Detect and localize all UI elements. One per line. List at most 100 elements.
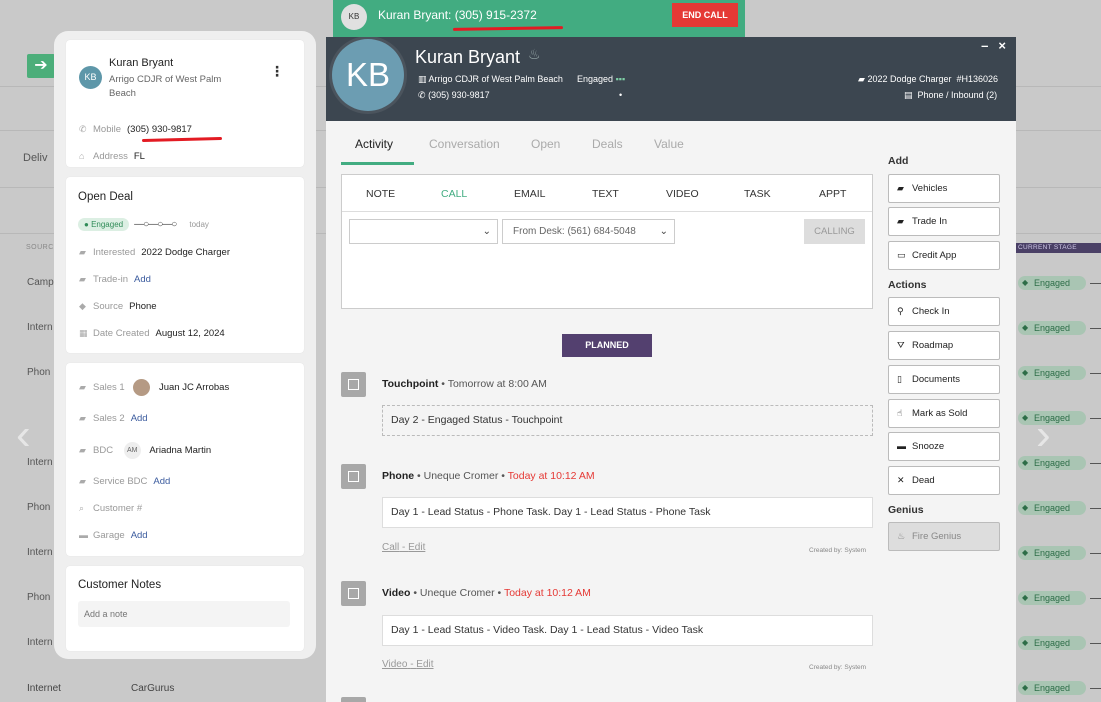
fire-icon: ♨ — [528, 46, 541, 62]
composer-tab-email[interactable]: EMAIL — [514, 188, 546, 200]
task-assignee: Uneque Cromer — [423, 470, 499, 482]
documents-button[interactable]: ▯ Documents — [888, 365, 1000, 394]
bdc-value[interactable]: Ariadna Martin — [149, 445, 211, 456]
roadmap-label: Roadmap — [912, 340, 954, 351]
dead-button[interactable]: ✕ Dead — [888, 466, 1000, 495]
row-dash — [1090, 553, 1101, 554]
composer-tab-task[interactable]: TASK — [744, 188, 771, 200]
service-bdc-add-link[interactable]: Add — [153, 476, 170, 487]
sales2-add-link[interactable]: Add — [131, 413, 148, 424]
composer-tab-video[interactable]: VIDEO — [666, 188, 699, 200]
add-vehicles-button[interactable]: ▰ Vehicles — [888, 174, 1000, 203]
caller-text: Kuran Bryant: (305) 915-2372 — [378, 8, 537, 22]
mobile-row: ✆ Mobile (305) 930-9817 — [79, 124, 192, 135]
customer-notes-title: Customer Notes — [78, 579, 162, 591]
back-arrow-button[interactable]: ➔ — [27, 54, 55, 78]
interested-value[interactable]: 2022 Dodge Charger — [141, 247, 230, 258]
task-checkbox[interactable] — [341, 372, 366, 397]
mark-as-sold-button[interactable]: ☝ Mark as Sold — [888, 399, 1000, 428]
task-when: Today at 10:12 AM — [507, 470, 595, 482]
bdc-label: BDC — [93, 445, 114, 457]
stage-badge: Engaged — [1018, 456, 1086, 470]
contact-avatar: KB — [79, 66, 102, 89]
garage-add-link[interactable]: Add — [131, 530, 148, 541]
task-when: Today at 10:12 AM — [503, 587, 591, 599]
dealer-row: ▥ Arrigo CDJR of West Palm Beach — [418, 74, 563, 85]
composer-tab-note[interactable]: NOTE — [366, 188, 395, 200]
prev-arrow-icon[interactable]: ‹ — [16, 410, 31, 460]
lead-status: Engaged ▪▪▪ — [577, 74, 625, 84]
roadmap-button[interactable]: ⛛ Roadmap — [888, 331, 1000, 360]
lead-name: Kuran Bryant — [415, 47, 521, 67]
contact-side-panel: KB Kuran Bryant Arrigo CDJR of West Palm… — [54, 31, 316, 659]
date-value: August 12, 2024 — [155, 328, 225, 339]
composer-tab-divider — [342, 211, 872, 212]
car-icon: ▰ — [79, 274, 86, 284]
minimize-icon[interactable]: – — [981, 38, 988, 53]
add-trade-in-button[interactable]: ▰ Trade In — [888, 207, 1000, 236]
task-video-link[interactable]: Video — [382, 659, 407, 670]
status-bars-icon: ▪▪▪ — [615, 74, 626, 84]
open-deal-title: Open Deal — [78, 191, 133, 203]
road-icon: ⛛ — [897, 340, 905, 350]
composer-tab-appt[interactable]: APPT — [819, 188, 846, 200]
task-type: Touchpoint — [382, 378, 439, 390]
tab-open[interactable]: Open — [531, 137, 560, 151]
car-icon: ▰ — [897, 216, 904, 226]
tab-deals[interactable]: Deals — [592, 137, 623, 151]
call-outcome-select[interactable]: ⌄ — [349, 219, 498, 244]
customer-number-row: ⌕ Customer # — [79, 503, 142, 514]
more-options-icon[interactable]: ⋮ — [270, 63, 284, 80]
task-type: Phone — [382, 470, 415, 482]
deal-status-row: ● Engaged —○—○—○ today — [78, 218, 209, 231]
fire-genius-button[interactable]: ♨ Fire Genius — [888, 522, 1000, 551]
close-icon[interactable]: × — [998, 38, 1006, 53]
map-pin-icon: ⚲ — [897, 306, 904, 316]
task-checkbox[interactable] — [341, 464, 366, 489]
address-value: FL — [133, 151, 145, 162]
check-in-button[interactable]: ⚲ Check In — [888, 297, 1000, 326]
task-edit-link[interactable]: Edit — [416, 659, 433, 670]
date-row: ▦ Date Created August 12, 2024 — [79, 328, 225, 339]
add-credit-app-button[interactable]: ▭ Credit App — [888, 241, 1000, 270]
add-vehicles-label: Vehicles — [912, 183, 948, 194]
task-type: Video — [382, 587, 411, 599]
calendar-icon: ▦ — [79, 328, 88, 338]
tab-value[interactable]: Value — [654, 137, 684, 151]
tab-activity[interactable]: Activity — [355, 137, 393, 151]
phone-row: ✆ (305) 930-9817 — [418, 90, 490, 101]
garage-icon: ▬ — [79, 530, 88, 540]
current-stage-header: CURRENT STAGE — [1016, 243, 1101, 253]
task-call-link[interactable]: Call — [382, 542, 399, 553]
calling-button[interactable]: CALLING — [804, 219, 865, 244]
task-edit-link[interactable]: Edit — [408, 542, 425, 553]
task-body: Day 2 - Engaged Status - Touchpoint — [382, 405, 873, 436]
task-title: Phone • Uneque Cromer • Today at 10:12 A… — [382, 470, 595, 482]
row-dash — [1090, 598, 1101, 599]
composer-tab-text[interactable]: TEXT — [592, 188, 619, 200]
tradein-label: Trade-in — [93, 274, 129, 285]
from-desk-value: From Desk: (561) 684-5048 — [513, 226, 636, 237]
dot-icon: • — [619, 90, 623, 100]
tab-conversation[interactable]: Conversation — [429, 137, 500, 151]
customer-notes-card: Customer Notes — [66, 566, 304, 651]
service-bdc-label: Service BDC — [93, 476, 148, 487]
stage-badge: Engaged — [1018, 636, 1086, 650]
from-desk-select[interactable]: From Desk: (561) 684-5048 ⌄ — [502, 219, 675, 244]
credit-card-icon: ▭ — [897, 250, 906, 260]
sales1-value[interactable]: Juan JC Arrobas — [159, 382, 229, 393]
contact-card: KB Kuran Bryant Arrigo CDJR of West Palm… — [66, 40, 304, 167]
next-arrow-icon[interactable]: › — [1036, 410, 1051, 460]
car-icon: ▰ — [897, 183, 904, 193]
task-checkbox[interactable] — [341, 697, 366, 702]
snooze-button[interactable]: ▬ Snooze — [888, 432, 1000, 461]
add-note-input[interactable] — [78, 601, 290, 627]
interested-row: ▰ Interested 2022 Dodge Charger — [79, 247, 230, 258]
lead-phone[interactable]: (305) 930-9817 — [428, 90, 490, 100]
end-call-button[interactable]: END CALL — [672, 3, 738, 27]
tradein-add-link[interactable]: Add — [134, 274, 151, 285]
delivered-label: Deliv — [23, 152, 48, 164]
task-checkbox[interactable] — [341, 581, 366, 606]
composer-tab-call[interactable]: CALL — [441, 188, 467, 200]
mobile-value[interactable]: (305) 930-9817 — [127, 124, 192, 135]
